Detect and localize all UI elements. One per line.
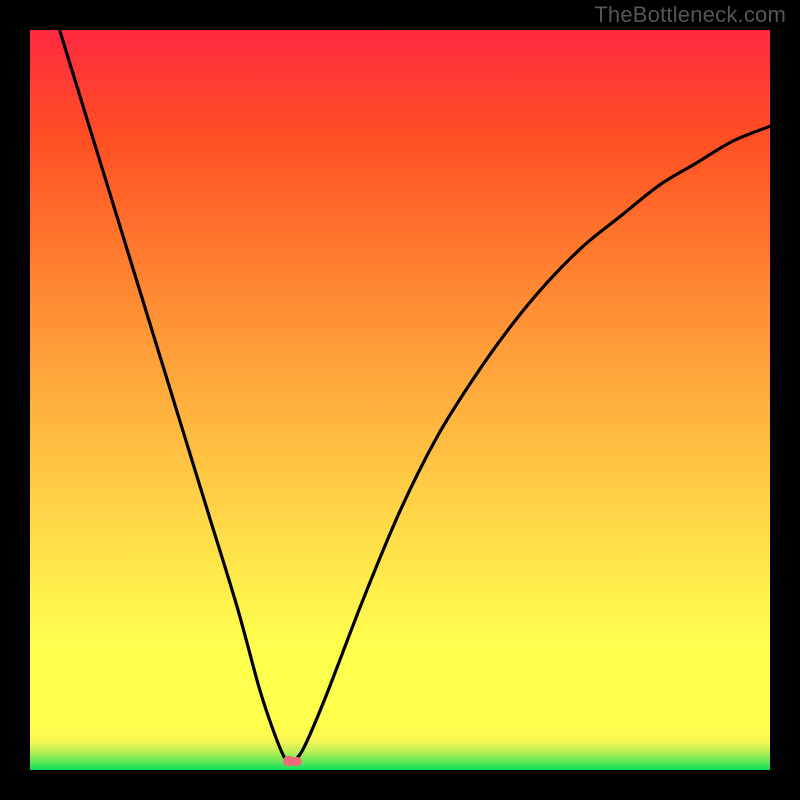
- watermark-text: TheBottleneck.com: [594, 2, 786, 28]
- bottleneck-curve: [60, 30, 770, 762]
- plot-area: [30, 30, 770, 770]
- chart-frame: TheBottleneck.com: [0, 0, 800, 800]
- curve-svg: [30, 30, 770, 770]
